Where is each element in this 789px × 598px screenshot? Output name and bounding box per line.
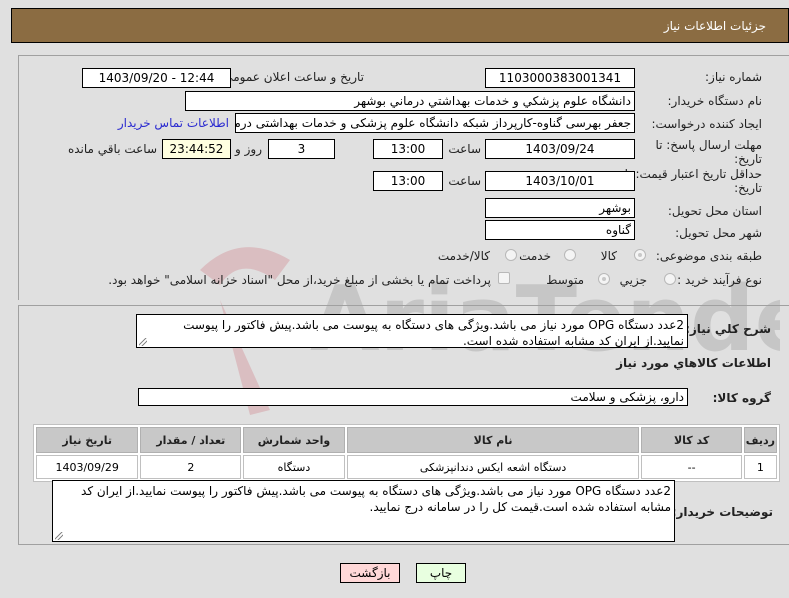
buyer-notes-textarea[interactable]: 2عدد دستگاه OPG مورد نیاز می باشد.ویژگی … xyxy=(52,480,675,542)
category-label: طبقه بندی موضوعی: xyxy=(655,249,762,263)
general-description-text: 2عدد دستگاه OPG مورد نیاز می باشد.ویژگی … xyxy=(183,318,684,348)
cell-quantity: 2 xyxy=(140,455,242,479)
reply-deadline-date: 1403/09/24 xyxy=(485,139,635,159)
need-number-label: شماره نیاز: xyxy=(705,70,762,84)
cell-goods-name: دستگاه اشعه ایکس دندانپزشکی xyxy=(346,455,640,479)
reply-deadline-label: مهلت ارسال پاسخ: تا xyxy=(655,138,762,152)
reply-deadline-label-2: تاریخ: xyxy=(734,152,762,166)
remaining-days: 3 xyxy=(268,139,335,159)
purchase-type-option-minor: جزیي xyxy=(619,273,647,287)
resize-handle[interactable] xyxy=(55,532,63,540)
category-radio-goods[interactable] xyxy=(634,249,646,261)
header-goods-name: نام کالا xyxy=(346,427,640,453)
header-quantity: تعداد / مقدار xyxy=(140,427,242,453)
price-validity-date: 1403/10/01 xyxy=(485,171,635,191)
remaining-time: 23:44:52 xyxy=(162,139,231,159)
category-radio-goods-service[interactable] xyxy=(505,249,517,261)
cell-goods-code: -- xyxy=(641,455,742,479)
goods-table: ردیف کد کالا نام کالا واحد شمارش تعداد /… xyxy=(33,424,780,482)
buyer-contact-link[interactable]: اطلاعات تماس خریدار xyxy=(118,116,229,130)
buyer-org-field: دانشگاه علوم پزشكي و خدمات بهداشتي درمان… xyxy=(185,91,635,111)
goods-group-label: گروه کالا: xyxy=(712,391,771,405)
city-field: گناوه xyxy=(485,220,635,240)
category-option-goods: کالا xyxy=(600,249,617,263)
page-title: جزئیات اطلاعات نیاز xyxy=(663,19,766,33)
header-goods-code: کد کالا xyxy=(641,427,742,453)
purchase-type-option-medium: متوسط xyxy=(546,273,584,287)
buyer-org-label: نام دستگاه خریدار: xyxy=(667,94,763,108)
goods-group-field: دارو، پزشکی و سلامت xyxy=(138,388,688,406)
city-label: شهر محل تحویل: xyxy=(675,226,762,240)
price-validity-time: 13:00 xyxy=(373,171,443,191)
announce-datetime-label: تاریخ و ساعت اعلان عمومي: xyxy=(219,70,364,84)
price-validity-time-label: ساعت xyxy=(448,174,481,188)
buyer-notes-text: 2عدد دستگاه OPG مورد نیاز می باشد.ویژگی … xyxy=(81,484,671,514)
category-option-service: خدمت xyxy=(519,249,551,263)
goods-section-title: اطلاعات کالاهاي مورد نیاز xyxy=(616,356,771,370)
resize-handle[interactable] xyxy=(139,338,147,346)
days-label: روز و xyxy=(235,142,262,156)
header-row-number: ردیف xyxy=(743,427,777,453)
reply-time-label: ساعت xyxy=(448,142,481,156)
requester-field: جعفر بهرسی گناوه-کارپرداز شبکه دانشگاه ع… xyxy=(235,113,635,133)
province-field: بوشهر xyxy=(485,198,635,218)
category-option-goods-service: کالا/خدمت xyxy=(437,249,490,263)
province-label: استان محل تحویل: xyxy=(667,204,762,218)
treasury-checkbox-label: پرداخت تمام یا بخشی از مبلغ خرید،از محل … xyxy=(108,273,491,287)
cell-unit: دستگاه xyxy=(243,455,345,479)
general-description-label: شرح کلي نیاز: xyxy=(685,322,771,336)
general-description-textarea[interactable]: 2عدد دستگاه OPG مورد نیاز می باشد.ویژگی … xyxy=(136,314,688,348)
category-radio-service[interactable] xyxy=(564,249,576,261)
treasury-checkbox[interactable] xyxy=(498,272,510,284)
need-number-field: 1103000383001341 xyxy=(485,68,635,88)
page-header: جزئیات اطلاعات نیاز xyxy=(11,8,789,43)
purchase-type-radio-minor[interactable] xyxy=(664,273,676,285)
remaining-time-label: ساعت باقي مانده xyxy=(67,142,157,156)
price-validity-label: حداقل تاریخ اعتبار قیمت: تا xyxy=(624,167,762,181)
price-validity-label-2: تاریخ: xyxy=(734,181,762,195)
table-row: 1 -- دستگاه اشعه ایکس دندانپزشکی دستگاه … xyxy=(36,455,777,479)
requester-label: ایجاد کننده درخواست: xyxy=(651,117,762,131)
header-unit: واحد شمارش xyxy=(243,427,345,453)
buyer-notes-label: توضیحات خریدار: xyxy=(671,505,773,519)
header-need-date: تاریخ نیاز xyxy=(36,427,139,453)
back-button[interactable]: بازگشت xyxy=(340,563,400,583)
announce-datetime-field: 1403/09/20 - 12:44 xyxy=(82,68,231,88)
purchase-type-label: نوع فرآیند خرید : xyxy=(677,273,762,287)
purchase-type-radio-medium[interactable] xyxy=(598,273,610,285)
cell-need-date: 1403/09/29 xyxy=(36,455,139,479)
reply-deadline-time: 13:00 xyxy=(373,139,443,159)
print-button[interactable]: چاپ xyxy=(416,563,466,583)
goods-table-header: ردیف کد کالا نام کالا واحد شمارش تعداد /… xyxy=(36,427,777,453)
cell-row-number: 1 xyxy=(743,455,777,479)
